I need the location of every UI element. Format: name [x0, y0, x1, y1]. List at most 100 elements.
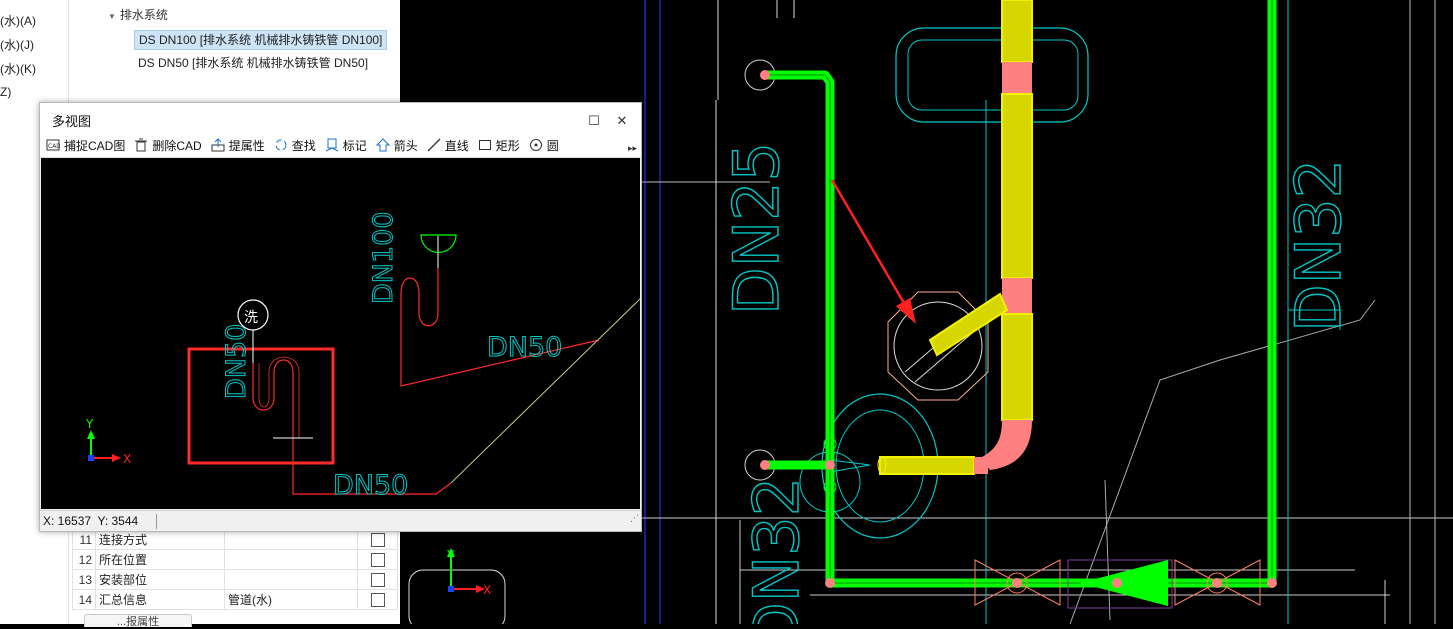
arrow-up-icon: [375, 138, 390, 152]
left-list-item-z[interactable]: Z): [0, 85, 11, 99]
table-row: 11 连接方式: [72, 529, 398, 550]
yellow-pipe-segment[interactable]: [1001, 313, 1033, 421]
pipe-joint: [974, 457, 988, 474]
extract-property-button[interactable]: 提属性: [211, 137, 265, 154]
property-checkbox[interactable]: [370, 552, 385, 567]
capture-cad-button[interactable]: CAD 捕捉CAD图: [46, 137, 125, 154]
table-row: 14 汇总信息 管道(水): [72, 589, 398, 610]
table-row: 12 所在位置: [72, 549, 398, 570]
property-value[interactable]: [224, 569, 358, 590]
row-number: 13: [72, 569, 96, 590]
mark-icon: [325, 138, 338, 152]
multiview-window[interactable]: 多视图 ☐ ✕ CAD 捕捉CAD图 删除CAD 提属性 查找 标记 箭头 直线…: [39, 102, 642, 532]
status-x-coordinate: X: 16537: [43, 514, 92, 528]
property-checkbox[interactable]: [370, 532, 385, 547]
secondary-cad-area[interactable]: Y X: [403, 530, 643, 629]
properties-table: 11 连接方式 12 所在位置 13 安装部位 14 汇总信息 管道(水): [72, 529, 398, 610]
label-dn50-vertical: DN50: [221, 324, 252, 399]
find-button[interactable]: 查找: [274, 137, 316, 154]
axis-y-label: Y: [85, 417, 94, 431]
fixture-basin-inner: [907, 39, 1079, 111]
property-name: 汇总信息: [95, 589, 225, 610]
axis-y-label: Y: [446, 548, 455, 562]
tree-group-label: 排水系统: [119, 8, 168, 22]
properties-tab[interactable]: ...报属性: [84, 614, 192, 628]
pipe-node: [825, 578, 835, 588]
status-separator: [156, 514, 157, 529]
close-button[interactable]: ✕: [609, 103, 635, 133]
row-number: 12: [72, 549, 96, 570]
property-value[interactable]: 管道(水): [224, 589, 358, 610]
annotation-arrow-line: [830, 179, 910, 311]
pipe-node: [825, 460, 835, 470]
secondary-cad-drawing: Y X: [408, 548, 506, 629]
valve-node: [1112, 578, 1122, 588]
label-dn100: DN100: [368, 211, 399, 304]
extract-property-icon: [211, 138, 225, 152]
axis-y-arrow: [87, 430, 95, 439]
label-dn25: DN25: [720, 142, 793, 315]
label-dn50-upper: DN50: [487, 332, 562, 363]
reference-line: [450, 297, 642, 484]
pipe-node: [1267, 578, 1277, 588]
search-refresh-icon: [275, 139, 287, 151]
reference-polyline: [1104, 479, 1111, 621]
cad-outline: [408, 569, 506, 629]
rectangle-button[interactable]: 矩形: [478, 137, 520, 154]
rectangle-icon: [478, 140, 491, 150]
arrow-button[interactable]: 箭头: [375, 137, 418, 154]
axis-x-label: X: [483, 583, 491, 597]
check-valve-triangle[interactable]: [1080, 560, 1168, 606]
tree-item-ds-dn50[interactable]: DS DN50 [排水系统 机械排水铸铁管 DN50]: [134, 53, 372, 73]
line-icon: [427, 138, 441, 152]
circle-button[interactable]: 圆: [529, 137, 559, 154]
valve-node: [1212, 578, 1222, 588]
table-row: 13 安装部位: [72, 569, 398, 590]
chevron-down-icon[interactable]: ▼: [108, 12, 116, 21]
multiview-canvas[interactable]: 洗 DN100 DN50 DN50 DN50 Y X: [41, 158, 642, 509]
multiview-cad-drawing: 洗 DN100 DN50 DN50 DN50 Y X: [85, 211, 642, 502]
valve-node: [1012, 578, 1022, 588]
property-name: 安装部位: [95, 569, 225, 590]
svg-text:CAD: CAD: [48, 143, 60, 150]
trash-icon: [135, 138, 148, 152]
pipe-node: [760, 70, 770, 80]
capture-cad-icon: CAD: [46, 139, 60, 151]
maximize-button[interactable]: ☐: [581, 103, 607, 133]
property-name: 连接方式: [95, 529, 225, 550]
left-list-item-a[interactable]: (水)(A): [0, 12, 36, 29]
row-number: 11: [72, 529, 96, 550]
main-cad-viewport[interactable]: DN25 DN32 DN32: [640, 0, 1453, 629]
toolbar-overflow-icon[interactable]: ▸▸: [628, 143, 637, 154]
status-y-coordinate: Y: 3544: [97, 514, 139, 528]
wash-symbol-label: 洗: [244, 310, 258, 326]
delete-cad-button[interactable]: 删除CAD: [134, 137, 202, 154]
yellow-pipe-horizontal[interactable]: [879, 456, 975, 475]
property-value[interactable]: [224, 549, 358, 570]
row-number: 14: [72, 589, 96, 610]
pipe-node: [760, 460, 770, 470]
axis-origin: [448, 586, 454, 592]
main-cad-drawing: DN25 DN32 DN32: [640, 0, 1453, 629]
multiview-title: 多视图: [52, 114, 92, 129]
multiview-statusbar: X: 16537 Y: 3544 ⋰: [40, 510, 641, 531]
resize-grip-icon[interactable]: ⋰: [630, 508, 639, 529]
yellow-pipe-segment[interactable]: [1001, 93, 1033, 279]
property-checkbox[interactable]: [370, 592, 385, 607]
tree-item-ds-dn100[interactable]: DS DN100 [排水系统 机械排水铸铁管 DN100]: [134, 30, 388, 50]
axis-origin: [88, 455, 94, 461]
fixture-basin-outline: [895, 27, 1089, 123]
property-checkbox[interactable]: [370, 572, 385, 587]
label-dn32-left: DN32: [740, 477, 813, 624]
highlight-rectangle: [187, 347, 335, 465]
tree-group-drainage[interactable]: ▼ 排水系统: [108, 6, 168, 23]
line-button[interactable]: 直线: [427, 137, 469, 154]
axis-x-arrow: [112, 454, 121, 462]
yellow-pipe-segment[interactable]: [1001, 0, 1033, 63]
left-list-item-j[interactable]: (水)(J): [0, 36, 34, 53]
multiview-titlebar[interactable]: 多视图 ☐ ✕: [40, 103, 641, 133]
mark-button[interactable]: 标记: [325, 137, 367, 154]
multiview-toolbar: CAD 捕捉CAD图 删除CAD 提属性 查找 标记 箭头 直线 矩形 圆: [40, 133, 641, 158]
property-value[interactable]: [224, 529, 358, 550]
left-list-item-k[interactable]: (水)(K): [0, 60, 36, 77]
